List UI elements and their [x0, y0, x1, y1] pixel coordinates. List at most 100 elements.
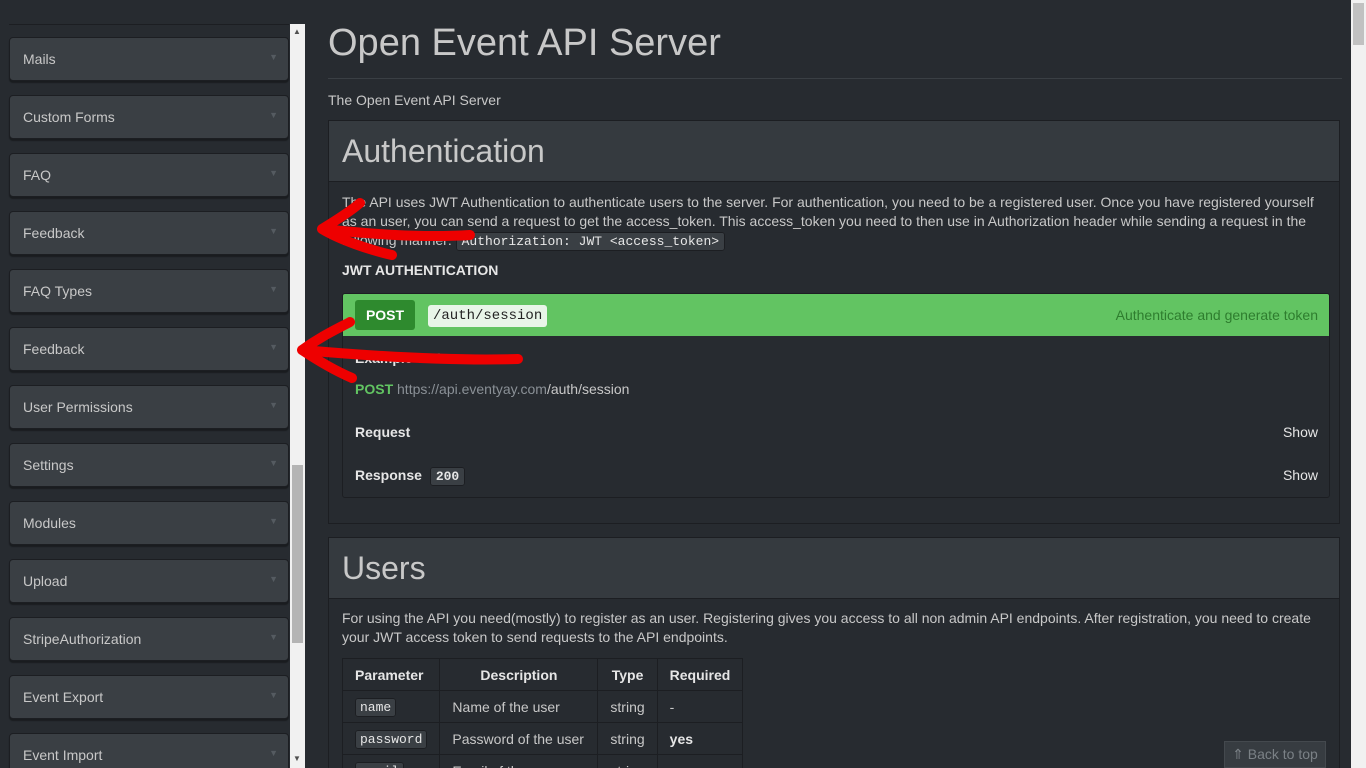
jwt-heading: JWT AUTHENTICATION: [342, 262, 499, 278]
chevron-down-icon: ▼: [269, 458, 278, 468]
endpoint-path: /auth/session: [428, 305, 548, 327]
sidebar-item-label: Custom Forms: [23, 109, 115, 125]
sidebar-item-label: Feedback: [23, 225, 85, 241]
cell-parameter: email: [341, 754, 441, 768]
sidebar-item-label: Event Export: [23, 689, 104, 705]
chevron-down-icon: ▼: [269, 284, 278, 294]
table-row: name Name of the user string -: [341, 690, 744, 723]
column-header-type: Type: [597, 658, 658, 691]
page-subtitle: The Open Event API Server: [328, 92, 501, 108]
chevron-down-icon: ▼: [269, 574, 278, 584]
cell-description: Name of the user: [439, 690, 599, 723]
page-title: Open Event API Server: [328, 22, 721, 64]
sidebar-item-event-import[interactable]: Event Import ▼: [9, 733, 289, 768]
sidebar-item-label: Feedback: [23, 341, 85, 357]
sidebar-item-label: Settings: [23, 457, 74, 473]
example-uri: POST https://api.eventyay.com/auth/sessi…: [355, 381, 629, 397]
chevron-down-icon: ▼: [269, 226, 278, 236]
cell-required: yes: [656, 754, 744, 768]
scroll-up-arrow-icon[interactable]: ▲: [293, 27, 301, 36]
param-code: email: [355, 762, 405, 768]
arrow-up-icon: ⇑: [1232, 746, 1244, 762]
back-to-top-button[interactable]: ⇑ Back to top: [1224, 741, 1326, 768]
sidebar-scrollbar[interactable]: ▲ ▼: [290, 24, 305, 768]
title-divider: [328, 78, 1342, 79]
column-header-parameter: Parameter: [341, 658, 441, 691]
section-title: Authentication: [342, 133, 545, 169]
chevron-down-icon: ▼: [269, 690, 278, 700]
sidebar-item-label: FAQ: [23, 167, 52, 183]
sidebar-item-stripe-authorization[interactable]: StripeAuthorization ▼: [9, 617, 289, 661]
users-section: Users For using the API you need(mostly)…: [328, 537, 1340, 768]
sidebar-item-label: Upload: [23, 573, 68, 589]
cell-required: yes: [656, 722, 744, 755]
section-header: Users: [329, 538, 1339, 599]
sidebar-item-label: StripeAuthorization: [23, 631, 142, 647]
auth-header-code: Authorization: JWT <access_token>: [455, 232, 726, 251]
response-label-text: Response: [355, 467, 422, 483]
response-show-toggle[interactable]: Show: [1283, 467, 1318, 483]
cell-required: -: [656, 690, 744, 723]
sidebar-item-upload[interactable]: Upload ▼: [9, 559, 289, 603]
chevron-down-icon: ▼: [269, 342, 278, 352]
cell-type: string: [597, 690, 658, 723]
sidebar-item-event-export[interactable]: Event Export ▼: [9, 675, 289, 719]
example-host: https://api.eventyay.com: [397, 381, 547, 397]
request-label: Request: [355, 424, 411, 440]
back-to-top-label: Back to top: [1247, 746, 1318, 762]
sidebar-item-label: Event Import: [23, 747, 103, 763]
method-badge: POST: [355, 300, 415, 330]
section-title: Users: [342, 550, 426, 586]
sidebar-item-label: User Permissions: [23, 399, 133, 415]
sidebar-scrollbar-thumb[interactable]: [292, 465, 303, 643]
endpoint-auth-session: POST /auth/session Authenticate and gene…: [342, 293, 1330, 498]
response-label: Response 200: [355, 467, 466, 486]
response-status-code: 200: [429, 467, 466, 486]
chevron-down-icon: ▼: [269, 110, 278, 120]
chevron-down-icon: ▼: [269, 632, 278, 642]
cell-type: string: [597, 722, 658, 755]
sidebar-item-custom-forms[interactable]: Custom Forms ▼: [9, 95, 289, 139]
sidebar-item-modules[interactable]: Modules ▼: [9, 501, 289, 545]
sidebar-item-faq-types[interactable]: FAQ Types ▼: [9, 269, 289, 313]
sidebar-item-settings[interactable]: Settings ▼: [9, 443, 289, 487]
sidebar-item-feedback[interactable]: Feedback ▼: [9, 211, 289, 255]
section-header: Authentication: [329, 121, 1339, 182]
page-scrollbar-thumb[interactable]: [1353, 3, 1364, 45]
cell-description: Email of the user: [439, 754, 599, 768]
sidebar-item-label: Mails: [23, 51, 56, 67]
chevron-down-icon: ▼: [269, 516, 278, 526]
chevron-down-icon: ▼: [269, 52, 278, 62]
sidebar-item-faq[interactable]: FAQ ▼: [9, 153, 289, 197]
param-code: password: [355, 730, 428, 749]
users-intro: For using the API you need(mostly) to re…: [342, 610, 1311, 645]
auth-intro: The API uses JWT Authentication to authe…: [342, 193, 1327, 251]
cell-type: string: [597, 754, 658, 768]
table-row: email Email of the user string yes: [341, 754, 744, 768]
authentication-section: Authentication The API uses JWT Authenti…: [328, 120, 1340, 524]
request-show-toggle[interactable]: Show: [1283, 424, 1318, 440]
chevron-down-icon: ▼: [269, 748, 278, 758]
main-content: Open Event API Server The Open Event API…: [305, 0, 1351, 768]
endpoint-summary: Authenticate and generate token: [1115, 307, 1318, 323]
sidebar-item-label: Modules: [23, 515, 76, 531]
endpoint-header[interactable]: POST /auth/session Authenticate and gene…: [343, 294, 1329, 336]
sidebar-item-feedback-2[interactable]: Feedback ▼: [9, 327, 289, 371]
column-header-description: Description: [439, 658, 599, 691]
example-method: POST: [355, 381, 394, 397]
example-path: /auth/session: [546, 381, 630, 397]
cell-parameter: name: [341, 690, 441, 723]
table-row: password Password of the user string yes: [341, 722, 744, 755]
scroll-down-arrow-icon[interactable]: ▼: [293, 754, 301, 763]
sidebar-item-user-permissions[interactable]: User Permissions ▼: [9, 385, 289, 429]
sidebar: Mails ▼ Custom Forms ▼ FAQ ▼ Feedback ▼ …: [0, 0, 290, 768]
page-scrollbar[interactable]: [1351, 0, 1366, 768]
cell-parameter: password: [341, 722, 441, 755]
sidebar-item-label: FAQ Types: [23, 283, 92, 299]
chevron-down-icon: ▼: [269, 400, 278, 410]
column-header-required: Required: [656, 658, 744, 691]
users-parameter-table: Parameter Description Type Required name…: [341, 658, 744, 768]
chevron-down-icon: ▼: [269, 168, 278, 178]
sidebar-item-mails[interactable]: Mails ▼: [9, 37, 289, 81]
sidebar-top-divider: [9, 24, 289, 25]
